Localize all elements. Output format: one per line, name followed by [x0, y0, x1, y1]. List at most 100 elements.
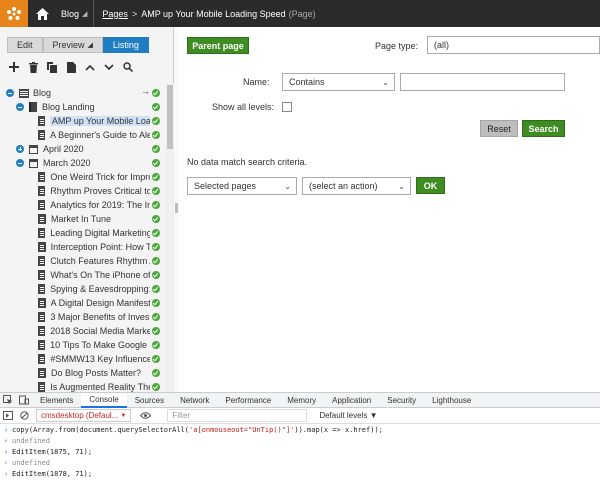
- tree-item[interactable]: AMP up Your Mobile Loadin: [38, 114, 150, 128]
- kentico-logo-icon[interactable]: [0, 0, 28, 27]
- tree-item[interactable]: Spying & Eavesdropping: W: [38, 282, 150, 296]
- doc-icon: [38, 368, 46, 378]
- ok-button[interactable]: OK: [416, 177, 445, 194]
- page-type-label: Page type:: [375, 41, 419, 51]
- console-input-line: › EditItem(1875, 71);: [0, 446, 600, 457]
- tree-item[interactable]: Blog Landing: [16, 100, 150, 114]
- selected-pages-value: Selected pages: [194, 181, 257, 191]
- console-code-pre: EditItem(1878, 71);: [12, 469, 93, 478]
- console-input-line: › EditItem(1878, 71);: [0, 468, 600, 479]
- sidebar-toggle-icon[interactable]: [0, 408, 16, 423]
- tree-item[interactable]: 10 Tips To Make Google Go: [38, 338, 150, 352]
- tree-item[interactable]: Is Augmented Reality The F: [38, 380, 150, 392]
- search-icon[interactable]: [122, 61, 134, 73]
- published-status-icon: [152, 159, 160, 167]
- reset-button[interactable]: Reset: [480, 120, 518, 137]
- tree-item[interactable]: Analytics for 2019: The Ingr: [38, 198, 150, 212]
- doc-icon: [38, 214, 46, 224]
- console-toolbar: cmsdesktop (Defaul... ▼ Filter Default l…: [0, 408, 600, 424]
- return-arrow-icon: ‹: [4, 436, 9, 445]
- published-status-icon: [152, 383, 160, 391]
- inspect-element-icon[interactable]: [0, 393, 16, 408]
- devtools-tab-network[interactable]: Network: [172, 393, 217, 408]
- devtools-tab-performance[interactable]: Performance: [217, 393, 279, 408]
- tree-item-label: 10 Tips To Make Google Go: [50, 340, 150, 350]
- tree-item[interactable]: #SMMW13 Key Influencers: [38, 352, 150, 366]
- tree-item[interactable]: A Digital Design Manifesto: [38, 296, 150, 310]
- collapse-icon[interactable]: [16, 159, 24, 167]
- console-filter-input[interactable]: Filter: [167, 409, 308, 422]
- selected-pages-select[interactable]: Selected pages ⌄: [187, 177, 297, 195]
- tree-item[interactable]: Rhythm Proves Critical to S: [38, 184, 150, 198]
- tree-item[interactable]: April 2020: [16, 142, 150, 156]
- js-context-value: cmsdesktop (Defaul...: [41, 411, 119, 420]
- tree-scrollbar-thumb[interactable]: [167, 85, 173, 149]
- show-all-levels-checkbox[interactable]: [282, 102, 292, 112]
- devtools-tab-lighthouse[interactable]: Lighthouse: [424, 393, 479, 408]
- js-context-select[interactable]: cmsdesktop (Defaul... ▼: [36, 409, 132, 422]
- name-input[interactable]: [400, 73, 565, 91]
- app-switcher[interactable]: Blog ◢: [55, 0, 95, 27]
- devtools-tab-security[interactable]: Security: [379, 393, 424, 408]
- parent-page-button[interactable]: Parent page: [187, 37, 249, 54]
- tree-item[interactable]: Leading Digital Marketing S: [38, 226, 150, 240]
- add-icon[interactable]: [8, 61, 20, 73]
- tree-item-label: Rhythm Proves Critical to S: [50, 186, 150, 196]
- move-icon[interactable]: [65, 61, 77, 73]
- tab-listing[interactable]: Listing: [102, 37, 149, 53]
- action-select[interactable]: (select an action) ⌄: [302, 177, 411, 195]
- tree-item[interactable]: One Weird Trick for Improv: [38, 170, 150, 184]
- content-tree: Blog → Blog Landing AMP up Your Mobile Load…: [0, 83, 166, 392]
- console-output-line: ‹ undefined: [0, 457, 600, 468]
- tree-item[interactable]: March 2020: [16, 156, 150, 170]
- breadcrumb-pages-link[interactable]: Pages: [102, 9, 128, 19]
- collapse-icon[interactable]: [16, 103, 24, 111]
- tree-item-label: Is Augmented Reality The F: [50, 382, 150, 392]
- delete-icon[interactable]: [27, 61, 39, 73]
- tree-item[interactable]: Clutch Features Rhythm Ag: [38, 254, 150, 268]
- console-output-text: undefined: [12, 436, 50, 445]
- blog-icon: [19, 88, 29, 98]
- tree-item[interactable]: Do Blog Posts Matter?: [38, 366, 150, 380]
- devtools-tab-elements[interactable]: Elements: [32, 393, 81, 408]
- tab-preview[interactable]: Preview ◢: [42, 37, 103, 53]
- copy-icon[interactable]: [46, 61, 58, 73]
- search-button[interactable]: Search: [522, 120, 565, 137]
- collapse-icon[interactable]: [6, 89, 14, 97]
- tab-edit[interactable]: Edit: [7, 37, 43, 53]
- tree-item[interactable]: A Beginner's Guide to Alexa: [38, 128, 150, 142]
- published-status-icon: [152, 369, 160, 377]
- tree-item[interactable]: 2018 Social Media Marketin: [38, 324, 150, 338]
- search-label: Search: [528, 123, 559, 134]
- log-levels-select[interactable]: Default levels ▼: [319, 411, 377, 420]
- devtools-tab-memory[interactable]: Memory: [279, 393, 324, 408]
- move-up-icon[interactable]: [84, 61, 96, 73]
- tree-item[interactable]: 3 Major Benefits of Investin: [38, 310, 150, 324]
- splitter-grip[interactable]: [175, 203, 178, 213]
- page-type-select[interactable]: (all): [427, 36, 600, 54]
- tree-scrollbar[interactable]: [166, 83, 174, 392]
- tree-item-label: Blog Landing: [42, 102, 95, 112]
- tree-item[interactable]: What's On The iPhone of a: [38, 268, 150, 282]
- panel-splitter[interactable]: [174, 27, 179, 392]
- tree-item[interactable]: Blog: [6, 86, 150, 100]
- name-operator-select[interactable]: Contains ⌄: [282, 73, 395, 91]
- clear-console-icon[interactable]: [16, 408, 32, 423]
- tab-listing-label: Listing: [112, 40, 139, 50]
- devtools-tab-sources[interactable]: Sources: [127, 393, 172, 408]
- doc-icon: [38, 172, 46, 182]
- move-down-icon[interactable]: [103, 61, 115, 73]
- tree-item[interactable]: Interception Point: How To: [38, 240, 150, 254]
- device-toolbar-icon[interactable]: [16, 393, 32, 408]
- published-status-icon: [152, 271, 160, 279]
- devtools-tab-console[interactable]: Console: [81, 392, 127, 408]
- expand-icon[interactable]: [16, 145, 24, 153]
- devtools-tab-application[interactable]: Application: [324, 393, 379, 408]
- tree-item[interactable]: Market In Tune: [38, 212, 150, 226]
- page-type-value: (all): [434, 40, 449, 50]
- published-status-icon: [152, 243, 160, 251]
- home-icon[interactable]: [31, 0, 53, 27]
- tree-item-label: Interception Point: How To: [50, 242, 150, 252]
- doc-icon: [38, 228, 46, 238]
- eye-icon[interactable]: [137, 408, 153, 423]
